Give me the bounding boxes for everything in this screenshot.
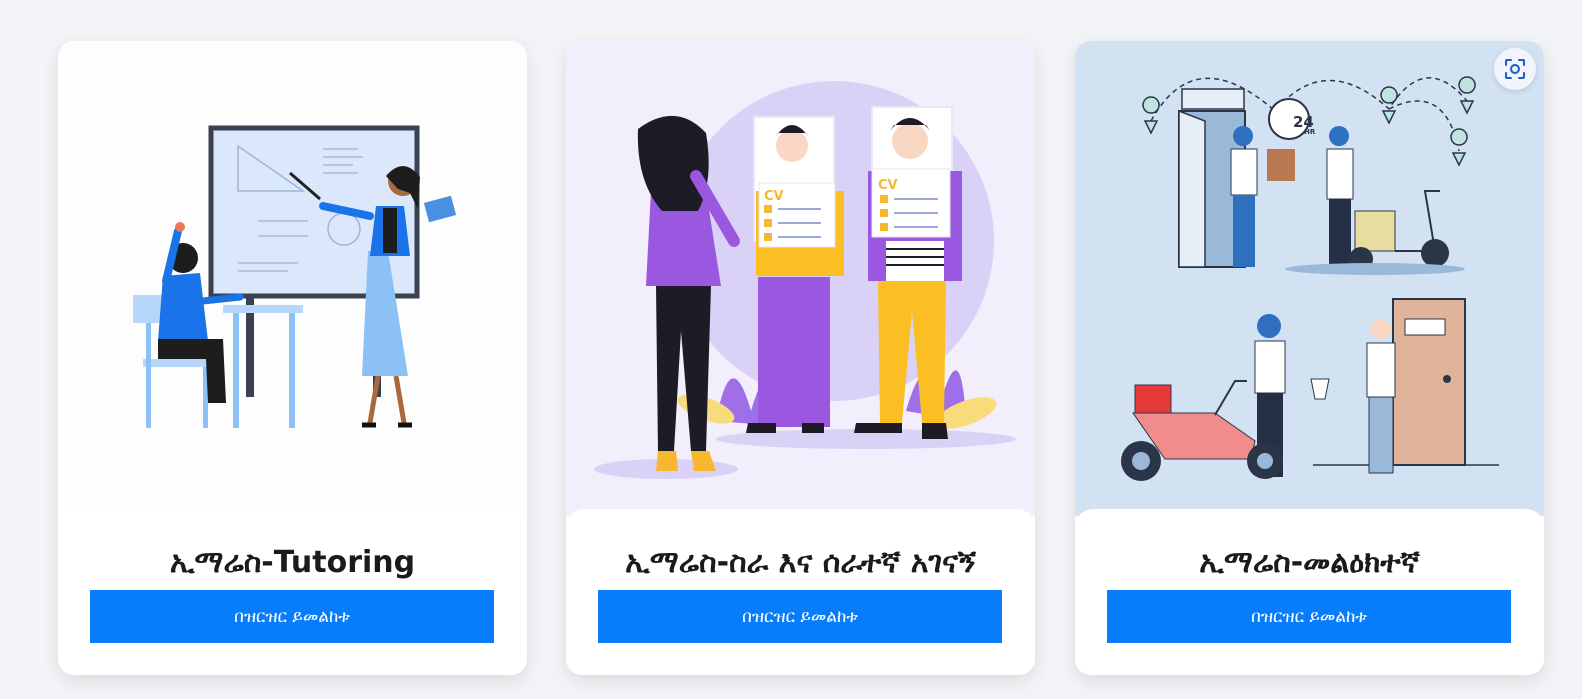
service-card-delivery: 24 HR ኢማሬስ-መልዕክተኛ በዝርዝር ይመልከቱ <box>1075 41 1544 675</box>
card-body: ኢማሬስ-መልዕክተኛ በዝርዝር ይመልከቱ <box>1075 509 1544 675</box>
service-card-tutoring: ኢማሬስ-Tutoring በዝርዝር ይመልከቱ <box>58 41 527 675</box>
card-title: ኢማሬስ-መልዕክተኛ <box>1199 545 1420 580</box>
view-details-button[interactable]: በዝርዝር ይመልከቱ <box>90 590 494 643</box>
delivery-unit-label: HR <box>1304 128 1316 136</box>
card-title: ኢማሬስ-ስራ እና ሰራተኛ አገናኝ <box>625 545 976 580</box>
cv-label: CV <box>878 178 898 193</box>
job-matching-illustration: CV CV <box>566 41 1035 516</box>
delivery-illustration: 24 HR <box>1075 41 1544 516</box>
cv-label: CV <box>764 189 784 204</box>
tutoring-illustration <box>58 41 527 516</box>
card-title: ኢማሬስ-Tutoring <box>169 545 416 580</box>
view-details-button[interactable]: በዝርዝር ይመልከቱ <box>1107 590 1511 643</box>
view-details-button[interactable]: በዝርዝር ይመልከቱ <box>598 590 1002 643</box>
card-body: ኢማሬስ-ስራ እና ሰራተኛ አገናኝ በዝርዝር ይመልከቱ <box>566 509 1035 675</box>
card-body: ኢማሬስ-Tutoring በዝርዝር ይመልከቱ <box>58 509 527 675</box>
lens-search-icon[interactable] <box>1494 48 1536 90</box>
lens-search-icon-graphic <box>1505 59 1525 79</box>
service-card-job-matching: CV CV ኢማሬስ-ስራ እና ሰራተኛ አገናኝ በዝርዝር ይመልከቱ <box>566 41 1035 675</box>
